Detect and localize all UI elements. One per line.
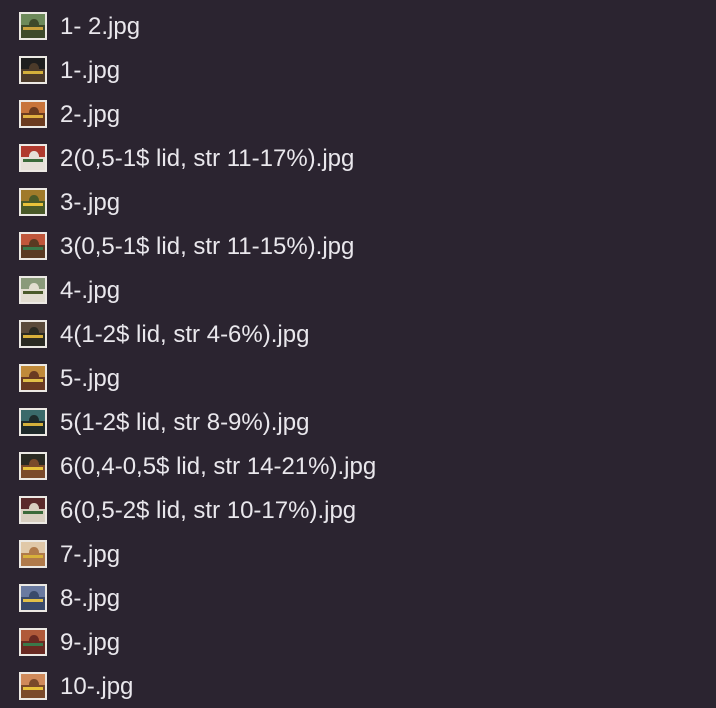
image-thumbnail-icon [19, 540, 47, 568]
image-thumbnail-icon [19, 584, 47, 612]
file-row[interactable]: 9-.jpg [0, 620, 716, 664]
image-thumbnail-icon [19, 364, 47, 392]
image-thumbnail-icon [19, 496, 47, 524]
file-name: 2-.jpg [60, 101, 121, 128]
file-name: 3-.jpg [60, 189, 121, 216]
image-thumbnail-icon [19, 188, 47, 216]
file-row[interactable]: 8-.jpg [0, 576, 716, 620]
file-name: 3(0,5-1$ lid, str 11-15%).jpg [60, 233, 355, 260]
image-thumbnail-icon [19, 276, 47, 304]
image-thumbnail-icon [19, 144, 47, 172]
file-name: 4(1-2$ lid, str 4-6%).jpg [60, 321, 310, 348]
file-name: 8-.jpg [60, 585, 121, 612]
file-name: 1-.jpg [60, 57, 121, 84]
file-row[interactable]: 6(0,4-0,5$ lid, str 14-21%).jpg [0, 444, 716, 488]
file-name: 9-.jpg [60, 629, 121, 656]
image-thumbnail-icon [19, 232, 47, 260]
image-thumbnail-icon [19, 628, 47, 656]
file-row[interactable]: 3(0,5-1$ lid, str 11-15%).jpg [0, 224, 716, 268]
file-name: 5-.jpg [60, 365, 121, 392]
image-thumbnail-icon [19, 452, 47, 480]
file-row[interactable]: 10-.jpg [0, 664, 716, 708]
image-thumbnail-icon [19, 320, 47, 348]
image-thumbnail-icon [19, 12, 47, 40]
file-row[interactable]: 3-.jpg [0, 180, 716, 224]
file-list: 1- 2.jpg 1-.jpg 2-.jpg 2(0,5-1$ lid, str… [0, 0, 716, 708]
image-thumbnail-icon [19, 100, 47, 128]
file-name: 7-.jpg [60, 541, 121, 568]
file-name: 2(0,5-1$ lid, str 11-17%).jpg [60, 145, 355, 172]
image-thumbnail-icon [19, 672, 47, 700]
file-row[interactable]: 5(1-2$ lid, str 8-9%).jpg [0, 400, 716, 444]
file-name: 4-.jpg [60, 277, 121, 304]
file-row[interactable]: 6(0,5-2$ lid, str 10-17%).jpg [0, 488, 716, 532]
file-name: 10-.jpg [60, 673, 134, 700]
file-row[interactable]: 5-.jpg [0, 356, 716, 400]
image-thumbnail-icon [19, 56, 47, 84]
image-thumbnail-icon [19, 408, 47, 436]
file-row[interactable]: 2-.jpg [0, 92, 716, 136]
file-row[interactable]: 1-.jpg [0, 48, 716, 92]
file-row[interactable]: 4-.jpg [0, 268, 716, 312]
file-name: 6(0,4-0,5$ lid, str 14-21%).jpg [60, 453, 377, 480]
file-row[interactable]: 7-.jpg [0, 532, 716, 576]
file-row[interactable]: 1- 2.jpg [0, 4, 716, 48]
file-name: 6(0,5-2$ lid, str 10-17%).jpg [60, 497, 357, 524]
file-name: 5(1-2$ lid, str 8-9%).jpg [60, 409, 310, 436]
file-name: 1- 2.jpg [60, 13, 141, 40]
file-row[interactable]: 4(1-2$ lid, str 4-6%).jpg [0, 312, 716, 356]
file-row[interactable]: 2(0,5-1$ lid, str 11-17%).jpg [0, 136, 716, 180]
